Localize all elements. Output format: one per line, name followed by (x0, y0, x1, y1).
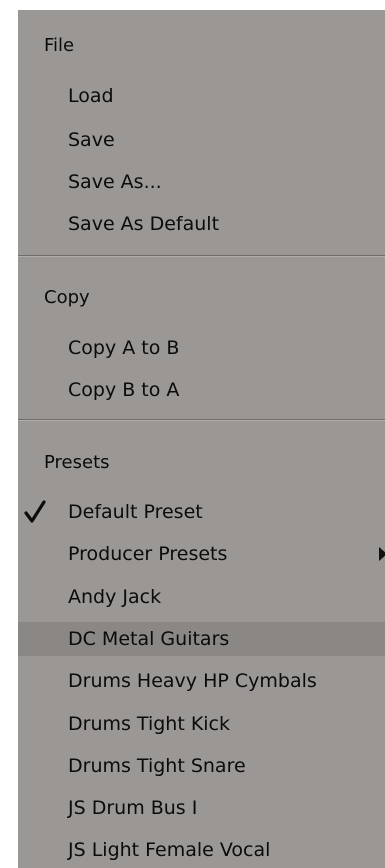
menu-item-load[interactable]: Load (18, 79, 385, 113)
checkmark-icon (24, 500, 46, 523)
menu-separator (18, 419, 385, 420)
menu-item-label: Producer Presets (68, 543, 228, 565)
menu-item-label: Copy A to B (68, 337, 180, 359)
section-header-copy: Copy (44, 287, 90, 308)
menu-item-producer-presets[interactable]: Producer Presets (18, 537, 385, 571)
menu-item-drums-heavy-hp-cymbals[interactable]: Drums Heavy HP Cymbals (18, 664, 385, 698)
menu-item-label: Save As... (68, 171, 162, 193)
menu-item-label: Drums Tight Kick (68, 713, 231, 735)
menu-item-copy-a-to-b[interactable]: Copy A to B (18, 331, 385, 365)
menu-item-label: Save As Default (68, 213, 220, 235)
menu-item-label: Drums Heavy HP Cymbals (68, 670, 317, 692)
menu-item-label: Andy Jack (68, 586, 162, 608)
section-header-presets: Presets (44, 452, 110, 473)
menu-item-label: DC Metal Guitars (68, 628, 230, 650)
section-header-file: File (44, 35, 75, 56)
menu-item-label: Copy B to A (68, 379, 180, 401)
menu-item-copy-b-to-a[interactable]: Copy B to A (18, 373, 385, 407)
menu-item-save[interactable]: Save (18, 123, 385, 157)
menu-item-andy-jack[interactable]: Andy Jack (18, 580, 385, 614)
menu-item-save-as[interactable]: Save As... (18, 165, 385, 199)
chevron-right-icon (379, 547, 385, 561)
menu-item-js-light-female-vocal[interactable]: JS Light Female Vocal (18, 833, 385, 867)
menu-separator (18, 255, 385, 256)
menu-item-label: JS Light Female Vocal (68, 839, 271, 861)
menu-item-js-drum-bus-i[interactable]: JS Drum Bus I (18, 791, 385, 825)
menu-item-label: Drums Tight Snare (68, 755, 246, 777)
context-menu: File Load Save Save As... Save As Defaul… (18, 10, 385, 868)
menu-item-default-preset[interactable]: Default Preset (18, 495, 385, 529)
menu-item-label: JS Drum Bus I (68, 797, 198, 819)
menu-item-drums-tight-kick[interactable]: Drums Tight Kick (18, 707, 385, 741)
menu-item-save-as-default[interactable]: Save As Default (18, 207, 385, 241)
menu-item-label: Default Preset (68, 501, 203, 523)
menu-item-label: Save (68, 129, 115, 151)
menu-item-dc-metal-guitars[interactable]: DC Metal Guitars (18, 622, 385, 656)
menu-item-drums-tight-snare[interactable]: Drums Tight Snare (18, 749, 385, 783)
menu-item-label: Load (68, 85, 114, 107)
